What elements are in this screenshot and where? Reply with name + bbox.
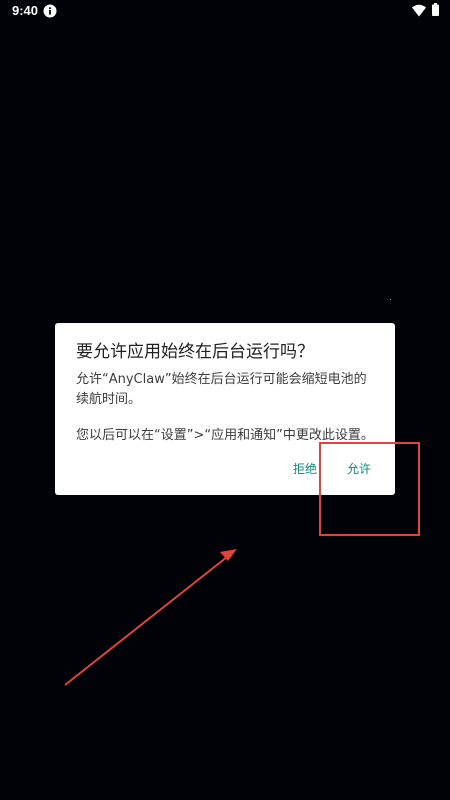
allow-highlight-box bbox=[319, 442, 420, 536]
info-icon bbox=[43, 4, 57, 18]
dialog-message: 允许“AnyClaw”始终在后台运行可能会缩短电池的续航时间。 bbox=[76, 372, 367, 407]
dialog-title: 要允许应用始终在后台运行吗？ bbox=[76, 342, 314, 362]
arrow-head bbox=[220, 549, 237, 561]
arrow-shaft bbox=[64, 556, 228, 686]
deny-button[interactable]: 拒绝 bbox=[293, 459, 317, 479]
status-time: 9:40 bbox=[12, 3, 39, 18]
status-bar: 9:40 bbox=[0, 0, 450, 22]
screen-speck bbox=[390, 299, 391, 300]
wifi-icon bbox=[412, 4, 426, 17]
battery-icon bbox=[432, 3, 439, 16]
